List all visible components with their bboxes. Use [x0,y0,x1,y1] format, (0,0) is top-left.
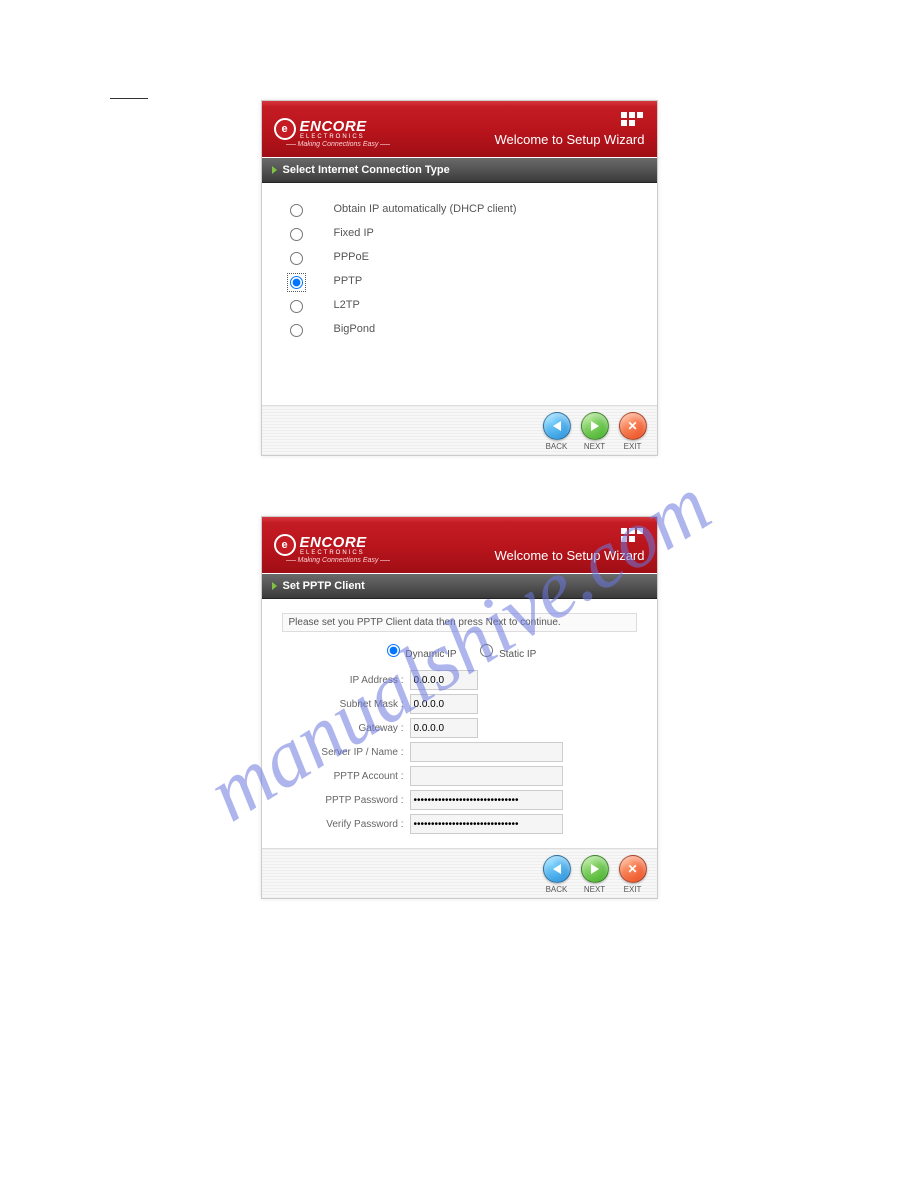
exit-label: EXIT [624,885,642,894]
pptp-password-label: PPTP Password : [276,795,404,806]
radio-pppoe-input[interactable] [290,252,303,265]
row-pptp-password: PPTP Password : [276,788,643,812]
panel-header: e ENCORE ELECTRONICS Making Connections … [262,517,657,573]
section-title-text: Select Internet Connection Type [283,164,450,176]
header-welcome: Welcome to Setup Wizard [494,132,644,147]
wizard-panel-connection-type: e ENCORE ELECTRONICS Making Connections … [261,100,658,456]
row-gateway: Gateway : [276,716,643,740]
brand-main: ENCORE [300,119,367,134]
ip-address-input[interactable] [410,670,478,690]
row-verify-password: Verify Password : [276,812,643,836]
pptp-password-input[interactable] [410,790,563,810]
radio-bigpond-input[interactable] [290,324,303,337]
gateway-input[interactable] [410,718,478,738]
radio-fixedip-input[interactable] [290,228,303,241]
static-ip-label: Static IP [499,649,536,660]
row-ip-address: IP Address : [276,668,643,692]
brand-sub: ELECTRONICS [300,550,367,556]
pptp-account-input[interactable] [410,766,563,786]
brand-logo: e ENCORE ELECTRONICS Making Connections … [274,118,367,140]
radio-label: L2TP [334,299,360,311]
exit-x-icon: ✕ [619,855,647,883]
static-ip-radio[interactable] [480,644,493,657]
radio-l2tp-input[interactable] [290,300,303,313]
radio-dynamic-ip[interactable]: Dynamic IP [382,649,457,660]
radio-label: Fixed IP [334,227,374,239]
radio-pptp-input[interactable] [290,276,303,289]
next-button[interactable]: NEXT [581,855,609,894]
next-button[interactable]: NEXT [581,412,609,451]
row-server-ip: Server IP / Name : [276,740,643,764]
next-label: NEXT [584,885,605,894]
wizard-panel-pptp-client: e ENCORE ELECTRONICS Making Connections … [261,516,658,899]
subnet-mask-input[interactable] [410,694,478,714]
back-button[interactable]: BACK [543,855,571,894]
pptp-account-label: PPTP Account : [276,771,404,782]
brand-sub: ELECTRONICS [300,134,367,140]
page-underline [110,98,148,99]
brand-main: ENCORE [300,535,367,550]
brand-logo: e ENCORE ELECTRONICS Making Connections … [274,534,367,556]
grid-icon [621,112,645,126]
row-pptp-account: PPTP Account : [276,764,643,788]
back-arrow-icon [543,412,571,440]
instruction-text: Please set you PPTP Client data then pre… [282,613,637,632]
brand-tagline: Making Connections Easy [284,557,393,564]
connection-type-radio-group: Obtain IP automatically (DHCP client) Fi… [276,197,643,341]
header-welcome: Welcome to Setup Wizard [494,548,644,563]
radio-label: PPPoE [334,251,369,263]
verify-password-label: Verify Password : [276,819,404,830]
radio-label: BigPond [334,323,376,335]
dynamic-ip-label: Dynamic IP [405,649,456,660]
verify-password-input[interactable] [410,814,563,834]
back-arrow-icon [543,855,571,883]
panel-footer: BACK NEXT ✕ EXIT [262,405,657,455]
exit-button[interactable]: ✕ EXIT [619,855,647,894]
panel-header: e ENCORE ELECTRONICS Making Connections … [262,101,657,157]
gateway-label: Gateway : [276,723,404,734]
ip-address-label: IP Address : [276,675,404,686]
logo-mark-icon: e [274,534,296,556]
section-title: Set PPTP Client [262,573,657,599]
grid-icon [621,528,645,542]
server-ip-input[interactable] [410,742,563,762]
radio-label: PPTP [334,275,363,287]
next-label: NEXT [584,442,605,451]
radio-option-pppoe[interactable]: PPPoE [284,245,643,269]
section-title: Select Internet Connection Type [262,157,657,183]
back-label: BACK [546,442,568,451]
panel-footer: BACK NEXT ✕ EXIT [262,848,657,898]
exit-x-icon: ✕ [619,412,647,440]
ip-mode-group: Dynamic IP Static IP [276,638,643,668]
back-button[interactable]: BACK [543,412,571,451]
logo-mark-icon: e [274,118,296,140]
brand-tagline: Making Connections Easy [284,141,393,148]
radio-static-ip[interactable]: Static IP [475,649,536,660]
section-title-text: Set PPTP Client [283,580,365,592]
radio-dhcp-input[interactable] [290,204,303,217]
next-arrow-icon [581,412,609,440]
exit-label: EXIT [624,442,642,451]
radio-option-l2tp[interactable]: L2TP [284,293,643,317]
radio-option-fixed-ip[interactable]: Fixed IP [284,221,643,245]
server-ip-label: Server IP / Name : [276,747,404,758]
radio-label: Obtain IP automatically (DHCP client) [334,203,517,215]
back-label: BACK [546,885,568,894]
subnet-mask-label: Subnet Mask : [276,699,404,710]
next-arrow-icon [581,855,609,883]
radio-option-pptp[interactable]: PPTP [284,269,643,293]
radio-option-dhcp[interactable]: Obtain IP automatically (DHCP client) [284,197,643,221]
row-subnet-mask: Subnet Mask : [276,692,643,716]
radio-option-bigpond[interactable]: BigPond [284,317,643,341]
dynamic-ip-radio[interactable] [387,644,400,657]
exit-button[interactable]: ✕ EXIT [619,412,647,451]
